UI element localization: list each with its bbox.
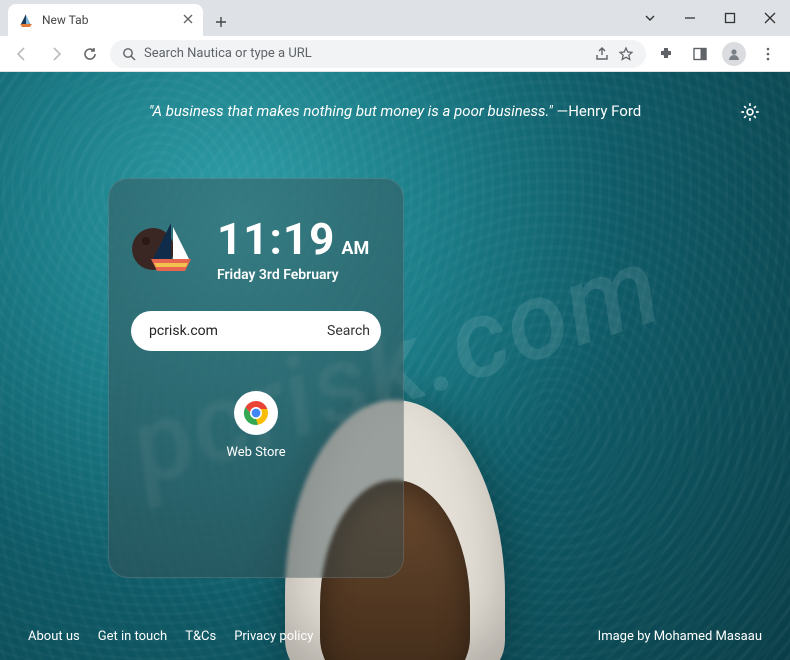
- quote-text: "A business that makes nothing but money…: [149, 102, 553, 120]
- footer-link-terms[interactable]: T&Cs: [185, 629, 216, 644]
- share-icon[interactable]: [594, 46, 610, 62]
- clock-date: Friday 3rd February: [217, 267, 369, 283]
- window-controls: [630, 0, 790, 36]
- quote-author: —Henry Ford: [556, 102, 641, 120]
- tab-favicon-sailboat-icon: [18, 12, 34, 28]
- footer-link-about[interactable]: About us: [28, 629, 80, 644]
- footer: About us Get in touch T&Cs Privacy polic…: [0, 629, 790, 644]
- address-bar[interactable]: Search Nautica or type a URL: [110, 40, 646, 68]
- search-box[interactable]: Search: [131, 311, 381, 351]
- footer-link-privacy[interactable]: Privacy policy: [234, 629, 313, 644]
- tab-close-icon[interactable]: [183, 13, 193, 27]
- sailboat-logo-icon: [131, 213, 201, 283]
- chrome-icon: [234, 391, 278, 435]
- settings-button[interactable]: [736, 98, 764, 126]
- sidepanel-icon[interactable]: [686, 40, 714, 68]
- search-icon: [122, 47, 136, 61]
- footer-link-contact[interactable]: Get in touch: [98, 629, 167, 644]
- profile-avatar-button[interactable]: [720, 40, 748, 68]
- address-placeholder: Search Nautica or type a URL: [144, 46, 586, 61]
- search-input[interactable]: [149, 323, 327, 339]
- browser-toolbar: Search Nautica or type a URL: [0, 36, 790, 72]
- window-minimize-button[interactable]: [670, 0, 710, 36]
- shortcut-label: Web Store: [206, 445, 306, 460]
- nav-forward-button[interactable]: [42, 40, 70, 68]
- window-close-button[interactable]: [750, 0, 790, 36]
- menu-kebab-icon[interactable]: [754, 40, 782, 68]
- quote-bar: "A business that makes nothing but money…: [0, 102, 790, 120]
- bookmark-star-icon[interactable]: [618, 46, 634, 62]
- window-maximize-button[interactable]: [710, 0, 750, 36]
- tab-title: New Tab: [42, 13, 175, 27]
- widget-card: 11:19 AM Friday 3rd February Search: [108, 178, 404, 578]
- tab-search-button[interactable]: [630, 0, 670, 36]
- page-viewport: pcrisk.com "A business that makes nothin…: [0, 72, 790, 660]
- image-credit: Image by Mohamed Masaau: [598, 629, 762, 644]
- nav-reload-button[interactable]: [76, 40, 104, 68]
- shortcut-webstore[interactable]: Web Store: [206, 391, 306, 460]
- clock-ampm: AM: [341, 238, 369, 259]
- browser-tab[interactable]: New Tab: [8, 4, 203, 36]
- clock-time: 11:19: [217, 213, 335, 265]
- browser-titlebar: New Tab: [0, 0, 790, 36]
- extensions-icon[interactable]: [652, 40, 680, 68]
- search-button[interactable]: Search: [327, 323, 370, 339]
- new-tab-button[interactable]: [207, 8, 235, 36]
- nav-back-button[interactable]: [8, 40, 36, 68]
